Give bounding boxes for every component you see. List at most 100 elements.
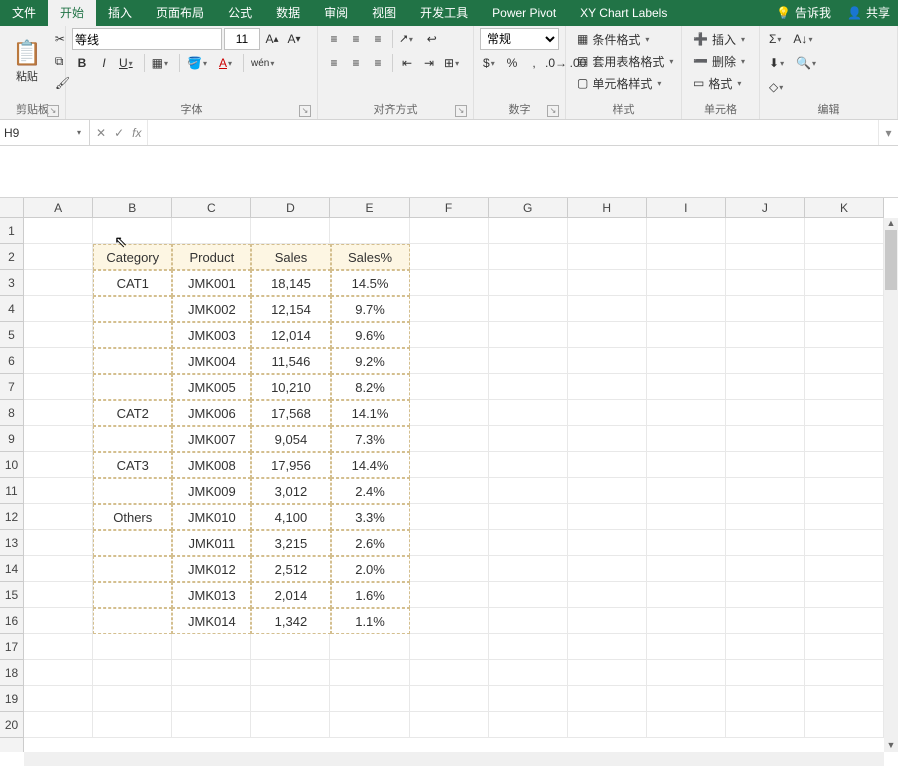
cell[interactable]: 12,014 bbox=[251, 322, 330, 348]
row-header[interactable]: 5 bbox=[0, 322, 23, 348]
dialog-launcher-icon[interactable]: ↘ bbox=[299, 105, 311, 117]
comma-format-button[interactable]: , bbox=[524, 52, 544, 74]
cell[interactable] bbox=[410, 582, 489, 608]
tell-me[interactable]: 💡告诉我 bbox=[768, 0, 839, 26]
cell[interactable]: 14.1% bbox=[331, 400, 410, 426]
cell[interactable] bbox=[726, 348, 805, 374]
cell[interactable] bbox=[93, 556, 172, 582]
cell[interactable] bbox=[410, 400, 489, 426]
cell[interactable] bbox=[726, 296, 805, 322]
cell[interactable] bbox=[410, 660, 489, 686]
cell[interactable]: 12,154 bbox=[251, 296, 330, 322]
cell[interactable] bbox=[726, 426, 805, 452]
expand-formula-bar-button[interactable]: ▾ bbox=[878, 120, 898, 145]
cell[interactable] bbox=[647, 582, 726, 608]
cell[interactable] bbox=[647, 426, 726, 452]
cell[interactable] bbox=[24, 270, 93, 296]
cell[interactable] bbox=[805, 582, 884, 608]
cell[interactable] bbox=[647, 374, 726, 400]
cell[interactable]: CAT1 bbox=[93, 270, 172, 296]
row-header[interactable]: 6 bbox=[0, 348, 23, 374]
cell[interactable] bbox=[24, 530, 93, 556]
cell[interactable]: 1,342 bbox=[251, 608, 330, 634]
cell[interactable] bbox=[805, 296, 884, 322]
column-header[interactable]: G bbox=[489, 198, 568, 217]
cell[interactable]: Sales% bbox=[331, 244, 410, 270]
cell[interactable] bbox=[410, 374, 489, 400]
cell[interactable] bbox=[410, 686, 489, 712]
tab-xy-chart-labels[interactable]: XY Chart Labels bbox=[568, 0, 679, 26]
cell[interactable]: 9.7% bbox=[331, 296, 410, 322]
cell[interactable] bbox=[410, 348, 489, 374]
cell[interactable] bbox=[568, 660, 647, 686]
vertical-scrollbar[interactable]: ▲ ▼ bbox=[884, 218, 898, 752]
cell[interactable] bbox=[568, 504, 647, 530]
row-header[interactable]: 10 bbox=[0, 452, 23, 478]
tab-data[interactable]: 数据 bbox=[264, 0, 312, 26]
cell[interactable] bbox=[93, 478, 172, 504]
cell[interactable] bbox=[805, 530, 884, 556]
cell[interactable] bbox=[647, 296, 726, 322]
cell[interactable] bbox=[568, 244, 647, 270]
bold-button[interactable]: B bbox=[72, 52, 92, 74]
cell[interactable] bbox=[251, 660, 330, 686]
cell[interactable] bbox=[805, 426, 884, 452]
row-header[interactable]: 11 bbox=[0, 478, 23, 504]
horizontal-scrollbar[interactable] bbox=[24, 752, 884, 766]
cell[interactable] bbox=[805, 478, 884, 504]
tab-developer[interactable]: 开发工具 bbox=[408, 0, 480, 26]
cell[interactable] bbox=[489, 478, 568, 504]
cell[interactable] bbox=[726, 478, 805, 504]
cancel-formula-icon[interactable]: ✕ bbox=[96, 126, 106, 140]
cell[interactable] bbox=[330, 634, 409, 660]
cell[interactable] bbox=[489, 218, 568, 244]
cell[interactable]: 1.6% bbox=[331, 582, 410, 608]
sort-filter-button[interactable]: A↓▾ bbox=[790, 28, 819, 50]
cell[interactable] bbox=[410, 244, 489, 270]
tab-home[interactable]: 开始 bbox=[48, 0, 96, 26]
cell[interactable] bbox=[805, 244, 884, 270]
cell[interactable] bbox=[410, 634, 489, 660]
cell[interactable] bbox=[24, 608, 93, 634]
fill-color-button[interactable]: 🪣▾ bbox=[184, 52, 214, 74]
select-all-corner[interactable] bbox=[0, 198, 24, 218]
column-header[interactable]: E bbox=[330, 198, 409, 217]
row-header[interactable]: 20 bbox=[0, 712, 23, 738]
row-header[interactable]: 3 bbox=[0, 270, 23, 296]
cell[interactable] bbox=[172, 712, 251, 738]
cell[interactable]: 8.2% bbox=[331, 374, 410, 400]
cell[interactable] bbox=[410, 478, 489, 504]
row-header[interactable]: 16 bbox=[0, 608, 23, 634]
align-top-button[interactable]: ≡ bbox=[324, 28, 344, 50]
cell[interactable] bbox=[24, 296, 93, 322]
cell[interactable] bbox=[568, 530, 647, 556]
cell[interactable] bbox=[410, 270, 489, 296]
cell[interactable] bbox=[93, 426, 172, 452]
cell[interactable]: 3,215 bbox=[251, 530, 330, 556]
cell[interactable] bbox=[647, 712, 726, 738]
cell[interactable] bbox=[330, 660, 409, 686]
cell[interactable] bbox=[647, 686, 726, 712]
cell[interactable] bbox=[24, 452, 93, 478]
cell[interactable] bbox=[410, 296, 489, 322]
cell[interactable] bbox=[93, 374, 172, 400]
cell[interactable]: JMK006 bbox=[172, 400, 251, 426]
cell[interactable] bbox=[805, 348, 884, 374]
tab-page-layout[interactable]: 页面布局 bbox=[144, 0, 216, 26]
cell[interactable]: 2.0% bbox=[331, 556, 410, 582]
wrap-text-button[interactable]: ↩ bbox=[422, 28, 442, 50]
cell[interactable] bbox=[24, 244, 93, 270]
cell[interactable] bbox=[489, 686, 568, 712]
autosum-button[interactable]: Σ▾ bbox=[766, 28, 788, 50]
tab-file[interactable]: 文件 bbox=[0, 0, 48, 26]
scroll-up-icon[interactable]: ▲ bbox=[884, 218, 898, 230]
cell[interactable] bbox=[568, 296, 647, 322]
cell[interactable] bbox=[647, 218, 726, 244]
cell[interactable] bbox=[489, 634, 568, 660]
tab-review[interactable]: 审阅 bbox=[312, 0, 360, 26]
cell[interactable] bbox=[24, 660, 93, 686]
cell[interactable] bbox=[330, 218, 409, 244]
cell[interactable] bbox=[726, 400, 805, 426]
cell[interactable] bbox=[647, 400, 726, 426]
cell[interactable] bbox=[805, 686, 884, 712]
